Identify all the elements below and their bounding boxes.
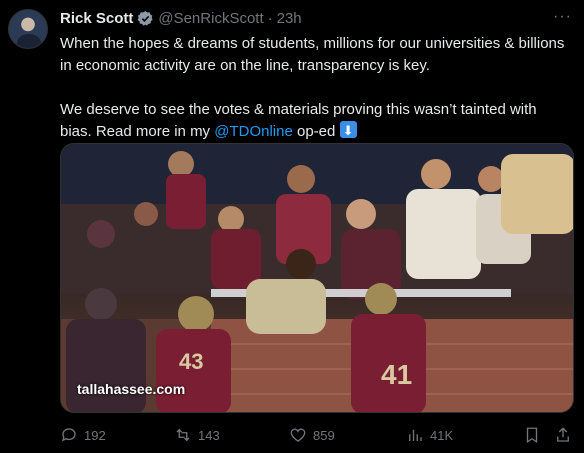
avatar[interactable] (8, 9, 48, 49)
share-icon (557, 427, 569, 442)
tweet-paragraph-2-suffix: op-ed (292, 123, 336, 140)
mention-link[interactable]: @TDOnline (214, 123, 293, 140)
tweet-paragraph-1: When the hopes & dreams of students, mil… (60, 35, 565, 74)
repost-count: 143 (198, 427, 220, 443)
like-icon (290, 428, 306, 442)
separator-dot: · (267, 10, 273, 27)
author-handle[interactable]: @SenRickScott (158, 10, 263, 27)
svg-text:43: 43 (179, 349, 203, 374)
verified-badge-icon (137, 11, 154, 26)
svg-text:41: 41 (381, 359, 412, 390)
reply-count: 192 (84, 427, 106, 443)
photo-crowd-scene: 41 43 (61, 144, 573, 412)
timestamp[interactable]: 23h (277, 10, 302, 27)
photo-watermark: tallahassee.com (77, 381, 186, 397)
tweet-header: Rick Scott @SenRickScott · 23h (60, 10, 302, 27)
views-icon (409, 429, 422, 441)
like-count: 859 (313, 427, 335, 443)
down-arrow-emoji-icon (339, 120, 357, 142)
views-button[interactable]: 41K (406, 426, 453, 444)
repost-button[interactable]: 143 (174, 426, 220, 444)
author-name[interactable]: Rick Scott (60, 10, 133, 27)
tweet-photo[interactable]: 41 43 tallahassee.com (60, 143, 574, 413)
tweet-paragraph-2: We deserve to see the votes & materials … (60, 99, 565, 143)
bookmark-icon (526, 427, 538, 444)
reply-button[interactable]: 192 (60, 426, 106, 444)
more-icon[interactable]: ··· (553, 8, 572, 26)
views-count: 41K (430, 427, 454, 443)
reply-icon (61, 428, 76, 442)
share-button[interactable] (554, 426, 572, 444)
like-button[interactable]: 859 (289, 426, 335, 444)
action-bar: 192 143 859 41K (60, 426, 575, 446)
repost-icon (176, 428, 190, 442)
bookmark-button[interactable] (523, 426, 541, 444)
